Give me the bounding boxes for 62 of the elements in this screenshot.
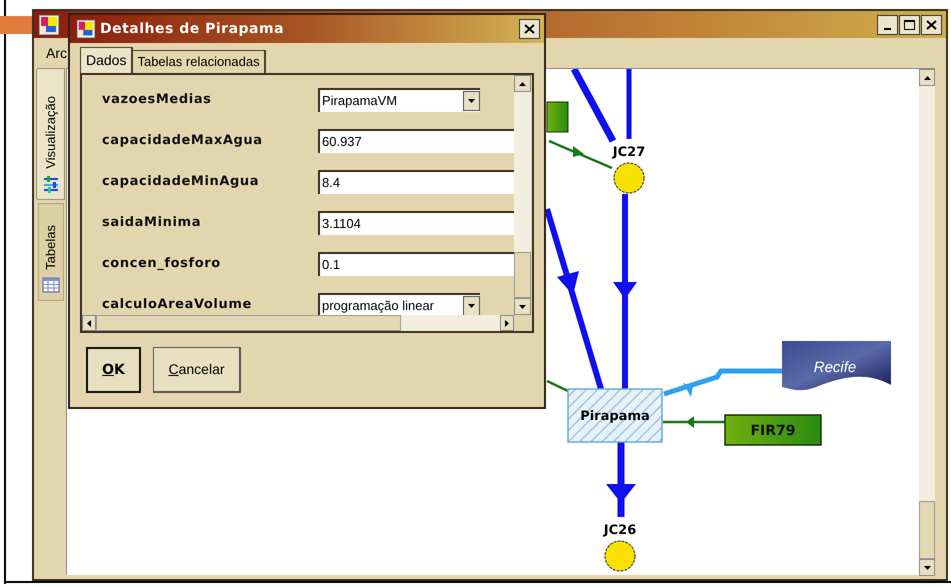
sliders-icon (44, 176, 58, 193)
scroll-right-button[interactable] (500, 315, 514, 331)
scroll-up-button[interactable] (514, 75, 531, 92)
dialog-button[interactable]: Cancelar (153, 347, 241, 393)
tab[interactable]: Dados (80, 47, 134, 73)
scroll-down-button[interactable] (919, 559, 935, 576)
right-arrow-icon (505, 320, 509, 326)
property-label: capacidadeMinAgua (101, 172, 260, 191)
scroll-up-button[interactable] (919, 69, 935, 86)
node-label: JC26 (604, 523, 636, 538)
dialog-button[interactable]: OK (86, 347, 141, 393)
property-label: calculoAreaVolume (101, 296, 253, 314)
property-label: concen_fosforo (101, 254, 222, 273)
up-arrow-icon (519, 82, 526, 86)
inflow-node (546, 102, 568, 132)
scroll-down-button[interactable] (514, 298, 531, 315)
close-icon (926, 20, 937, 30)
junction-node (614, 162, 644, 194)
property-label: saidaMinima (101, 214, 202, 232)
tab[interactable]: Tabelas relacionadas (133, 50, 266, 73)
input-field[interactable]: 3.1104 (318, 210, 514, 234)
input-field[interactable]: 8.4 (318, 170, 514, 194)
horizontal-scrollbar[interactable] (82, 315, 514, 331)
table-icon (42, 278, 60, 292)
close-icon (524, 24, 535, 34)
down-arrow-icon (924, 566, 930, 570)
scroll-left-button[interactable] (82, 315, 96, 331)
node-label: JC27 (612, 145, 646, 160)
minimize-button[interactable] (877, 14, 898, 34)
dialog-title: Detalhes de Pirapama (100, 20, 284, 38)
node-label: Recife (814, 359, 856, 376)
side-tab[interactable]: Tabelas (38, 203, 64, 301)
up-arrow-icon (924, 76, 930, 80)
node-label: Pirapama (580, 409, 650, 424)
maximize-button[interactable] (899, 14, 920, 34)
close-button[interactable] (519, 19, 540, 39)
vertical-scrollbar[interactable] (919, 69, 935, 576)
scroll-thumb[interactable] (919, 501, 935, 559)
junction-node (604, 540, 636, 572)
down-arrow-icon (468, 98, 475, 102)
input-field[interactable]: 0.1 (318, 252, 514, 276)
down-arrow-icon (468, 304, 475, 308)
menu-item[interactable]: Arc (46, 42, 67, 64)
scroll-thumb[interactable] (96, 315, 401, 331)
vertical-scrollbar[interactable] (514, 75, 531, 315)
side-tab[interactable]: Visualização (36, 68, 65, 200)
app-icon (76, 19, 96, 39)
dropdown[interactable]: PirapamaVM (318, 88, 480, 112)
app-icon (38, 14, 60, 36)
input-field[interactable]: 60.937 (318, 128, 514, 152)
left-arrow-icon (87, 320, 91, 326)
property-label: vazoesMedias (101, 90, 213, 109)
flow-arrow (663, 416, 725, 428)
property-label: capacidadeMaxAgua (101, 132, 264, 150)
close-button[interactable] (921, 14, 942, 34)
scroll-thumb[interactable] (514, 252, 531, 298)
node-label: FIR79 (750, 423, 796, 439)
dropdown[interactable]: programação linear (318, 292, 480, 315)
river-segment (626, 69, 632, 139)
accent-bar (0, 16, 32, 34)
flow-arrow (548, 140, 612, 170)
down-arrow-icon (519, 304, 526, 308)
